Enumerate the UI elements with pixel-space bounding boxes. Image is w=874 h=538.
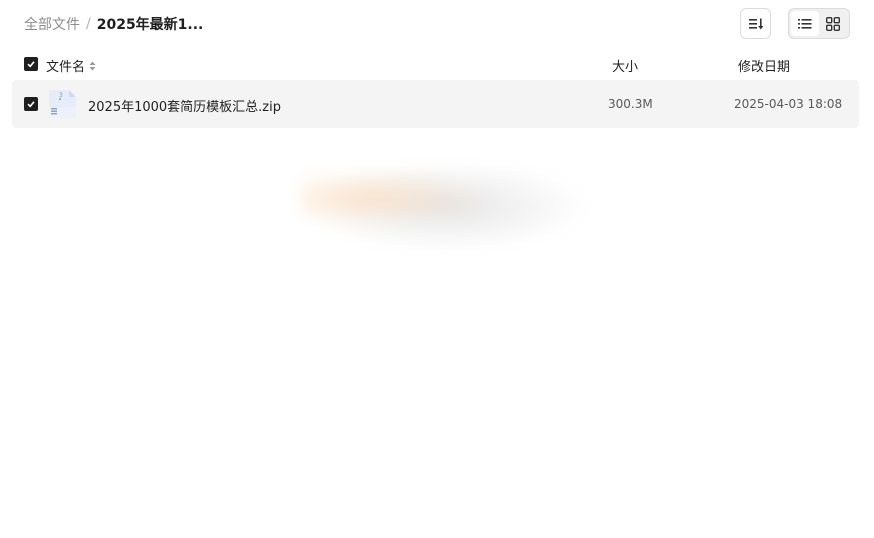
row-checkbox[interactable] bbox=[24, 97, 38, 111]
grid-view-icon bbox=[826, 16, 840, 31]
check-icon bbox=[27, 101, 35, 108]
file-size: 300.3M bbox=[608, 97, 653, 111]
sort-list-icon bbox=[748, 18, 763, 29]
sort-button[interactable] bbox=[740, 8, 771, 39]
select-all-checkbox[interactable] bbox=[24, 57, 38, 71]
column-header-size[interactable]: 大小 bbox=[612, 56, 638, 75]
file-name[interactable]: 2025年1000套简历模板汇总.zip bbox=[88, 96, 281, 115]
list-view-button[interactable] bbox=[791, 11, 819, 36]
table-row[interactable]: 3 2025年1000套简历模板汇总.zip 300.3M 2025-04-03… bbox=[12, 80, 859, 128]
blurred-placeholder bbox=[300, 168, 590, 252]
breadcrumb-current: 2025年最新1... bbox=[96, 17, 204, 33]
file-browser: 全部文件 / 2025年最新1... 文件名 大小 修改日期 3 2025年10… bbox=[0, 0, 874, 538]
file-modified-date: 2025-04-03 18:08 bbox=[734, 97, 843, 111]
sort-toggle-icon[interactable] bbox=[89, 61, 96, 71]
breadcrumb-root-link[interactable]: 全部文件 bbox=[24, 14, 80, 34]
svg-text:3: 3 bbox=[59, 92, 63, 99]
column-header-modified[interactable]: 修改日期 bbox=[738, 56, 790, 75]
breadcrumb-separator: / bbox=[86, 16, 91, 32]
view-mode-toggle bbox=[788, 8, 850, 39]
zip-file-icon: 3 bbox=[46, 89, 78, 119]
check-icon bbox=[27, 61, 35, 68]
table-header: 文件名 大小 修改日期 bbox=[12, 52, 859, 76]
grid-view-button[interactable] bbox=[819, 11, 847, 36]
column-header-name-label: 文件名 bbox=[46, 60, 86, 75]
column-header-name[interactable]: 文件名 bbox=[46, 56, 96, 75]
breadcrumb: 全部文件 / 2025年最新1... bbox=[24, 14, 203, 34]
list-view-icon bbox=[798, 18, 812, 29]
